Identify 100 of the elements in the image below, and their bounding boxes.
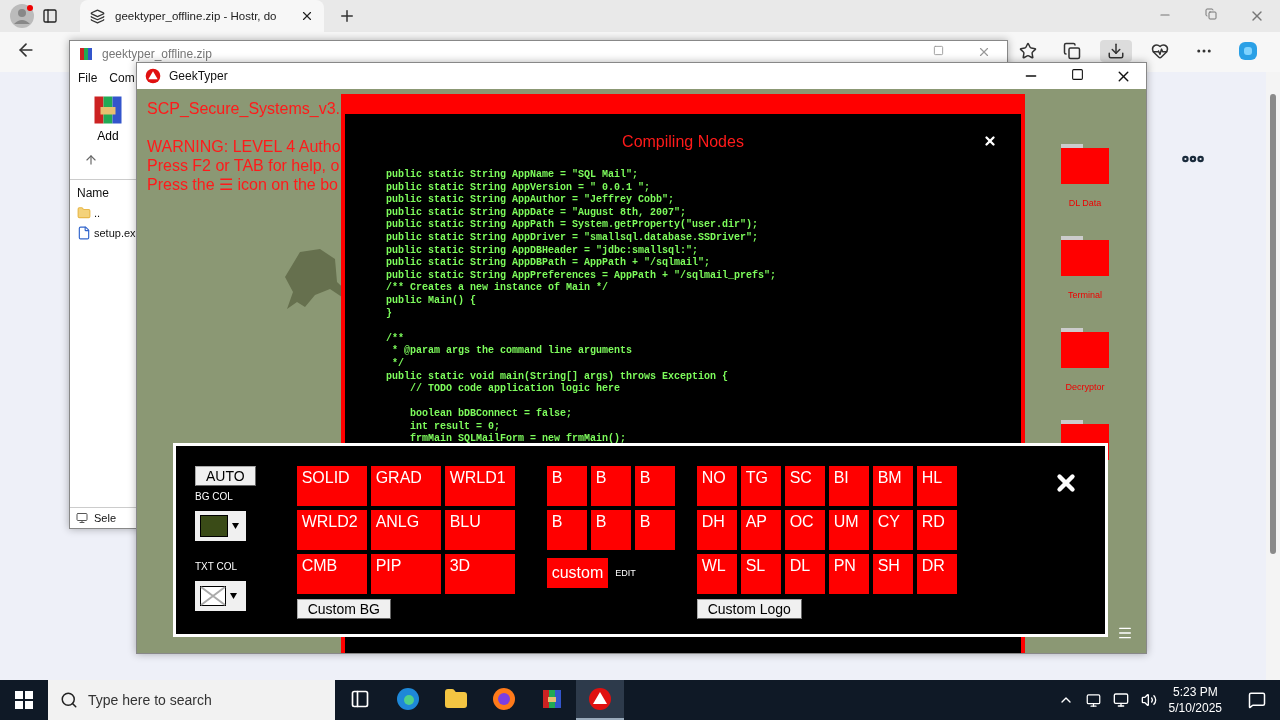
logo-button[interactable]: NO xyxy=(696,466,737,506)
logo-button[interactable]: RD xyxy=(916,510,957,550)
logo-button[interactable]: DH xyxy=(696,510,737,550)
style-button[interactable]: BLU xyxy=(444,510,515,550)
taskbar-app[interactable] xyxy=(576,680,624,720)
style-button[interactable]: 3D xyxy=(444,554,515,594)
edit-link[interactable]: EDIT xyxy=(615,568,636,578)
warning-text: Press F2 or TAB for help, o xyxy=(147,156,340,175)
code-line: // TODO code application logic here xyxy=(409,383,622,396)
search-field[interactable]: Type here to search xyxy=(48,680,335,720)
code-line: * @param args the command line arguments xyxy=(391,345,634,358)
custom-bg-button[interactable]: Custom BG xyxy=(296,599,391,619)
logo-button[interactable]: SH xyxy=(872,554,913,594)
code-line: boolean bDBConnect = false; xyxy=(409,408,574,421)
tab-actions-icon[interactable] xyxy=(42,8,58,24)
logo-button[interactable]: DL xyxy=(784,554,825,594)
profile-avatar-icon[interactable] xyxy=(10,4,34,28)
file-icon xyxy=(77,226,91,240)
menu-item[interactable]: Com xyxy=(109,71,135,85)
custom-logo-button[interactable]: Custom Logo xyxy=(696,599,802,619)
code-line: public static String AppDriver = "smallsql.database.SSDriver"; xyxy=(386,231,760,245)
maximize-icon[interactable] xyxy=(1070,67,1084,81)
clock[interactable]: 5:23 PM 5/10/2025 xyxy=(1168,684,1222,716)
option-button[interactable]: B xyxy=(546,510,587,550)
logo-button[interactable]: DR xyxy=(916,554,957,594)
code-line: frmMain SQLMailForm = new frmMain(); xyxy=(409,433,627,447)
menu-icon[interactable] xyxy=(1117,625,1133,641)
code-line: */ xyxy=(391,357,405,371)
app-logo-icon xyxy=(588,687,612,711)
notifications-icon[interactable] xyxy=(1248,691,1266,709)
option-button[interactable]: B xyxy=(634,466,675,506)
option-button[interactable]: B xyxy=(590,466,631,506)
logo-button[interactable]: PN xyxy=(828,554,869,594)
code-line: int result = 0; xyxy=(409,420,502,433)
code-line: public static String AppAuthor = "Jeffrey Cobb"; xyxy=(386,194,676,207)
field-label: BG COL xyxy=(195,491,234,502)
style-button[interactable]: SOLID xyxy=(296,466,367,506)
logo-button[interactable]: OC xyxy=(784,510,825,550)
up-icon[interactable] xyxy=(84,153,98,167)
logo-button[interactable]: CY xyxy=(872,510,913,550)
volume-icon[interactable] xyxy=(1140,692,1157,708)
scrollbar[interactable] xyxy=(1266,72,1280,680)
option-button[interactable]: B xyxy=(546,466,587,506)
close-icon[interactable] xyxy=(300,9,314,23)
window-title: GeekTyper xyxy=(169,69,228,83)
color-dropdown[interactable] xyxy=(195,581,246,611)
warning-text: SCP_Secure_Systems_v3. xyxy=(147,99,340,118)
style-button[interactable]: PIP xyxy=(370,554,441,594)
add-button[interactable]: Add xyxy=(90,91,126,143)
caret-icon xyxy=(230,593,237,599)
logo-button[interactable]: SC xyxy=(784,466,825,506)
code-line: public static String AppPreferences = AppPath + "/sqlmail_prefs"; xyxy=(386,269,777,282)
file-name[interactable]: .. xyxy=(94,207,101,219)
code-line: /** Creates a new instance of Main */ xyxy=(386,282,610,295)
start-icon[interactable] xyxy=(15,691,33,709)
close-icon[interactable] xyxy=(983,134,997,148)
folder-icon xyxy=(444,687,468,711)
code-line: /** xyxy=(386,332,405,345)
network-icon[interactable] xyxy=(1112,692,1129,708)
code-line: public static String AppPath = System.getProperty("user.dir"); xyxy=(386,219,760,232)
task-view-icon xyxy=(350,689,370,709)
logo-button[interactable]: AP xyxy=(740,510,781,550)
browser-tab[interactable]: geektyper_offline.zip - Hostr, do xyxy=(80,0,324,32)
browser-icon xyxy=(396,687,420,711)
new-tab-icon[interactable] xyxy=(338,7,356,25)
logo-button[interactable]: WL xyxy=(696,554,737,594)
color-dropdown[interactable] xyxy=(195,511,246,541)
download-icon[interactable] xyxy=(1100,40,1132,62)
style-button[interactable]: WRLD2 xyxy=(296,510,367,550)
code-line: public static String AppVersion = " 0.0.1 "; xyxy=(386,181,652,194)
logo-button[interactable]: SL xyxy=(740,554,781,594)
folder-icon xyxy=(77,206,91,220)
restore-icon[interactable] xyxy=(1205,8,1217,20)
option-button[interactable]: B xyxy=(634,510,675,550)
code-line: public static String AppDBPath = AppPath + "/sqlmail"; xyxy=(386,257,712,270)
archive-icon xyxy=(78,46,94,62)
file-name[interactable]: setup.ex xyxy=(94,227,136,239)
style-button[interactable]: GRAD xyxy=(370,466,441,506)
archive-icon xyxy=(540,687,564,711)
caret-icon xyxy=(232,523,239,529)
code-line: public static String AppName = "SQL Mail"; xyxy=(386,169,640,182)
column-header[interactable]: Name xyxy=(77,186,109,200)
logo-button[interactable]: UM xyxy=(828,510,869,550)
option-button[interactable]: B xyxy=(590,510,631,550)
style-button[interactable]: CMB xyxy=(296,554,367,594)
search-icon xyxy=(60,691,78,709)
logo-button[interactable]: TG xyxy=(740,466,781,506)
code-line: public static String AppDBHeader = "jdbc:smallsql:"; xyxy=(386,244,700,257)
style-button[interactable]: ANLG xyxy=(370,510,441,550)
custom-button[interactable]: custom xyxy=(546,558,609,588)
app-logo-icon xyxy=(145,68,161,84)
status-text: Sele xyxy=(94,512,117,524)
menu-item[interactable]: File xyxy=(78,71,98,85)
logo-button[interactable]: HL xyxy=(916,466,957,506)
warning-text: Press the ☰ icon on the bo xyxy=(147,175,338,194)
logo-button[interactable]: BM xyxy=(872,466,913,506)
code-line: public static String AppDate = "August 8th, 2007"; xyxy=(386,206,688,219)
auto-button[interactable]: AUTO xyxy=(195,466,256,486)
style-button[interactable]: WRLD1 xyxy=(444,466,515,506)
logo-button[interactable]: BI xyxy=(828,466,869,506)
